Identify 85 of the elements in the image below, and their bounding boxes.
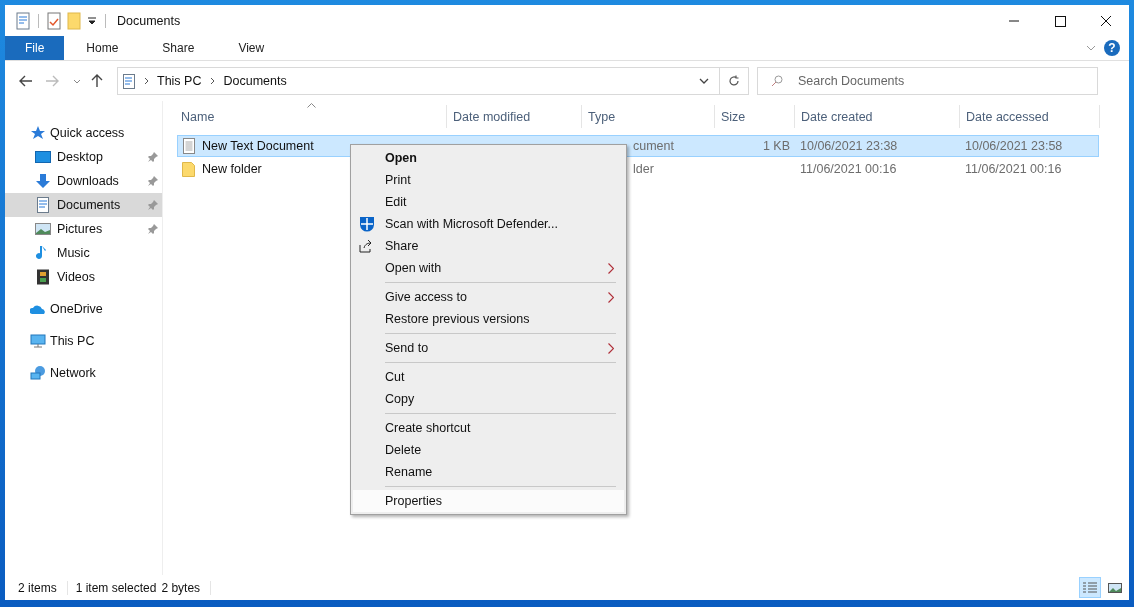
ribbon-tab[interactable]: Home [64, 36, 141, 60]
document-icon [123, 73, 135, 89]
document-icon [35, 197, 51, 213]
table-cell: cument [633, 139, 674, 153]
nav-item[interactable]: Downloads [5, 169, 162, 193]
forward-arrow-icon[interactable] [45, 75, 59, 87]
breadcrumb[interactable]: Documents [223, 74, 287, 88]
table-cell: 11/06/2021 00:16 [800, 162, 897, 176]
document-icon[interactable] [16, 11, 30, 30]
refresh-icon[interactable] [728, 75, 740, 87]
details-icon [1082, 580, 1098, 595]
menu-item[interactable]: Send to [353, 337, 624, 359]
nav-item[interactable]: This PC [5, 329, 162, 353]
column-header[interactable]: Size [715, 105, 795, 128]
table-cell: 11/06/2021 00:16 [965, 162, 1062, 176]
column-header[interactable]: Date created [795, 105, 960, 128]
status-text: 2 bytes [161, 580, 201, 595]
shield-icon [359, 216, 375, 232]
menu-item[interactable]: Edit [353, 191, 624, 213]
menu-item[interactable]: Scan with Microsoft Defender... [353, 213, 624, 235]
back-arrow-icon[interactable] [19, 75, 33, 87]
folder-icon [182, 161, 196, 177]
column-header[interactable]: Type [582, 105, 715, 128]
window-title: Documents [117, 13, 181, 28]
nav-item[interactable]: Documents [5, 193, 162, 217]
menu-item[interactable]: Share [353, 235, 624, 257]
address-bar[interactable]: This PC Documents [117, 67, 749, 95]
sort-caret-icon [307, 103, 316, 108]
menu-item[interactable]: Rename [353, 461, 624, 483]
help-button[interactable]: ? [1104, 40, 1120, 56]
network-icon [30, 365, 46, 381]
file-name: New Text Document [202, 139, 314, 153]
pin-icon[interactable] [148, 200, 158, 210]
picture-icon [1107, 580, 1123, 595]
videos-icon [35, 269, 51, 285]
pc-icon [30, 333, 46, 349]
desktop-icon [35, 149, 51, 165]
up-arrow-icon[interactable] [91, 74, 103, 88]
nav-item[interactable]: Music [5, 241, 162, 265]
nav-item[interactable]: Network [5, 361, 162, 385]
status-text: 1 item selected [75, 580, 157, 595]
pictures-icon [35, 221, 51, 237]
chevron-right-icon [608, 291, 614, 303]
table-cell: 10/06/2021 23:58 [965, 139, 1063, 153]
pin-icon[interactable] [148, 224, 158, 234]
column-header[interactable]: Date modified [447, 105, 582, 128]
table-cell: 1 KB [762, 139, 790, 153]
breadcrumb[interactable]: This PC [157, 74, 202, 88]
pin-icon[interactable] [148, 152, 158, 162]
chevron-right-icon [608, 262, 614, 274]
search-icon [771, 75, 783, 87]
nav-item[interactable]: Videos [5, 265, 162, 289]
dropdown-icon[interactable] [87, 15, 97, 26]
status-text: 2 items [18, 580, 57, 595]
menu-item[interactable]: Create shortcut [353, 417, 624, 439]
nav-item[interactable]: Pictures [5, 217, 162, 241]
nav-item[interactable]: Quick access [5, 121, 162, 145]
file-name: New folder [202, 162, 262, 176]
menu-item[interactable]: Properties [353, 490, 624, 512]
ribbon-tab[interactable]: Share [140, 36, 217, 60]
chevron-right-icon [608, 342, 614, 354]
column-header[interactable]: Name [175, 105, 447, 128]
menu-item[interactable]: Copy [353, 388, 624, 410]
menu-item[interactable]: Give access to [353, 286, 624, 308]
menu-item[interactable]: Print [353, 169, 624, 191]
share-icon [359, 239, 373, 253]
table-cell: 10/06/2021 23:38 [800, 139, 898, 153]
chevron-down-icon[interactable] [699, 78, 709, 84]
chevron-right-icon[interactable] [144, 77, 149, 85]
checklist-icon[interactable] [47, 11, 61, 30]
column-header[interactable]: Date accessed [960, 105, 1100, 128]
nav-item[interactable]: OneDrive [5, 297, 162, 321]
menu-item[interactable]: Delete [353, 439, 624, 461]
menu-item[interactable]: Cut [353, 366, 624, 388]
nav-item[interactable]: Desktop [5, 145, 162, 169]
download-icon [35, 173, 51, 189]
menu-item[interactable]: Open with [353, 257, 624, 279]
text-file-icon [182, 138, 196, 154]
table-cell: lder [633, 162, 654, 176]
pin-icon[interactable] [148, 176, 158, 186]
chevron-right-icon[interactable] [210, 77, 216, 85]
ribbon-tab[interactable]: View [216, 36, 287, 60]
menu-item[interactable]: Restore previous versions [353, 308, 624, 330]
search-field[interactable]: Search Documents [757, 67, 1098, 95]
star-icon [30, 125, 46, 141]
